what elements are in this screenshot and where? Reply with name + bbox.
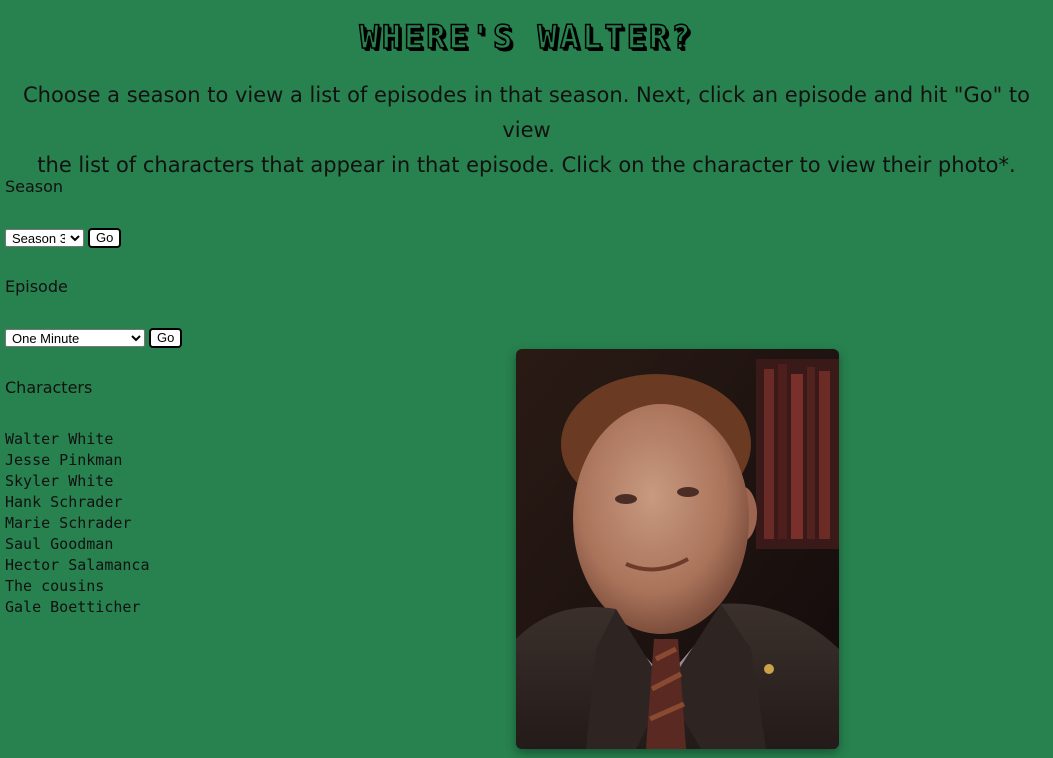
character-item[interactable]: Gale Boetticher: [5, 597, 150, 618]
instructions-line-1: Choose a season to view a list of episod…: [22, 83, 1031, 142]
character-photo-image: [516, 349, 839, 749]
episode-go-button[interactable]: Go: [149, 328, 183, 348]
character-list: Walter White Jesse Pinkman Skyler White …: [5, 429, 150, 618]
character-item[interactable]: Jesse Pinkman: [5, 450, 150, 471]
episode-select[interactable]: One Minute: [5, 329, 145, 347]
instructions-line-2: the list of characters that appear in th…: [37, 153, 1016, 177]
character-item[interactable]: Hector Salamanca: [5, 555, 150, 576]
episode-label: Episode: [5, 277, 68, 296]
instructions: Choose a season to view a list of episod…: [0, 78, 1053, 183]
character-item[interactable]: The cousins: [5, 576, 150, 597]
season-select[interactable]: Season 3: [5, 229, 84, 247]
characters-label: Characters: [5, 378, 93, 397]
character-item[interactable]: Skyler White: [5, 471, 150, 492]
season-label: Season: [5, 177, 64, 196]
character-photo: [516, 349, 839, 749]
character-item[interactable]: Hank Schrader: [5, 492, 150, 513]
character-item[interactable]: Marie Schrader: [5, 513, 150, 534]
character-item[interactable]: Saul Goodman: [5, 534, 150, 555]
page-title: WHERE'S WALTER?: [359, 17, 694, 57]
season-go-button[interactable]: Go: [88, 228, 122, 248]
character-item[interactable]: Walter White: [5, 429, 150, 450]
